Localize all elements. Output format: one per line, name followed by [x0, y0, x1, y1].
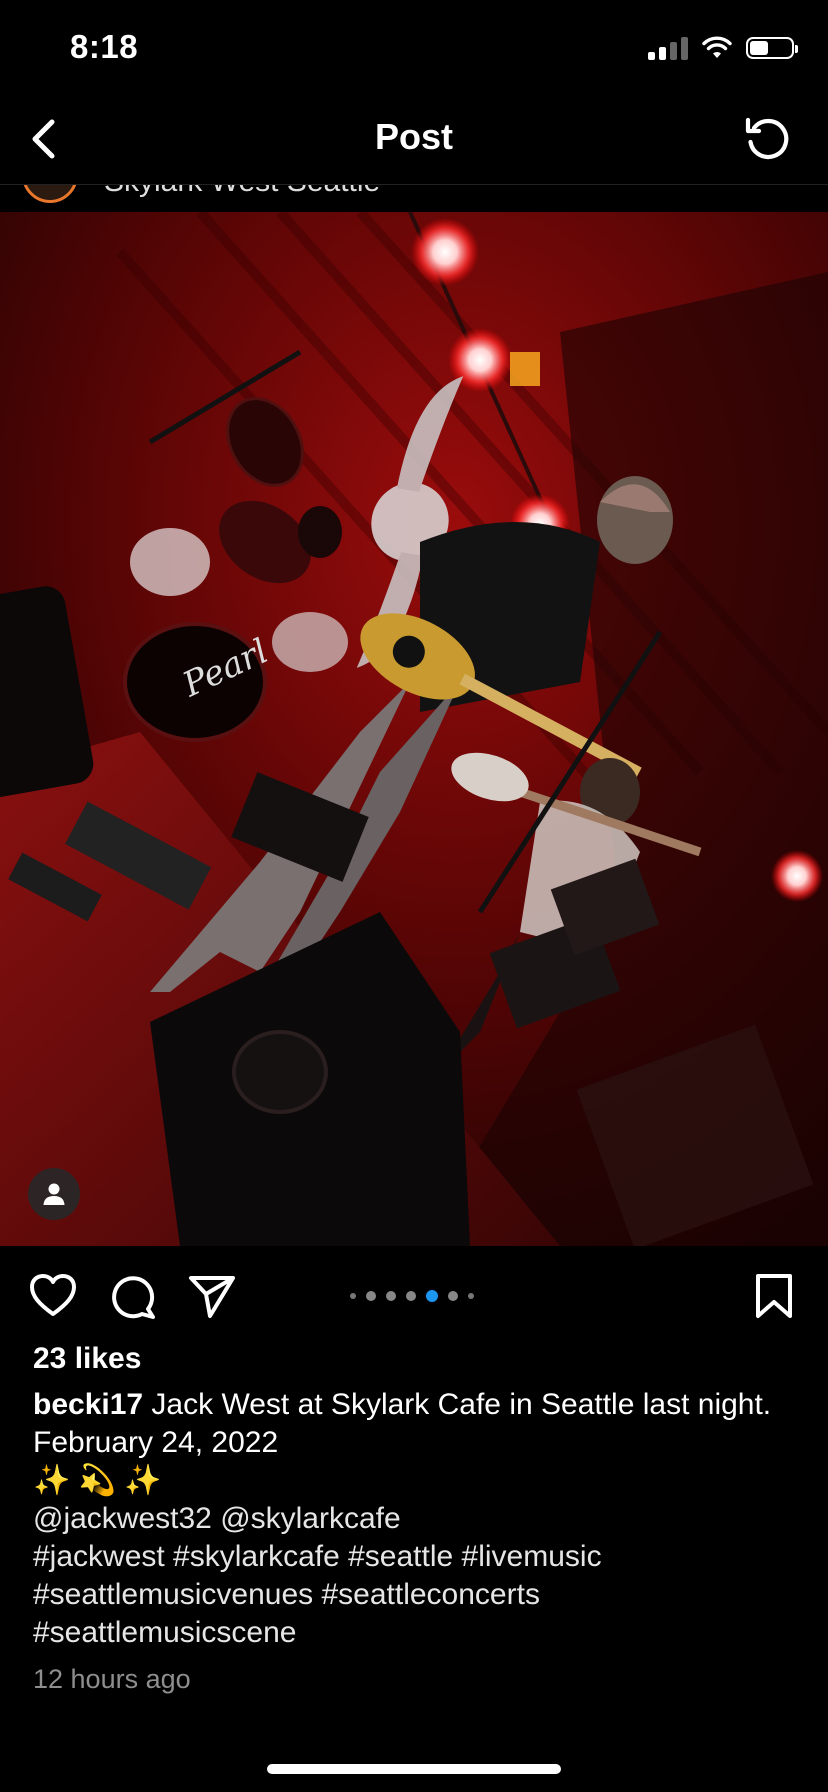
post-photo[interactable]: Pearl: [0, 212, 828, 1246]
post-location[interactable]: Skylark West Seattle: [104, 185, 380, 199]
caption-date: February 24, 2022: [33, 1426, 279, 1459]
person-icon: [43, 1183, 65, 1205]
post-caption: 23 likes becki17 Jack West at Skylark Ca…: [33, 1340, 795, 1698]
carousel-dot-active: [426, 1290, 438, 1302]
carousel-dot: [350, 1293, 356, 1299]
caption-hashtags[interactable]: #seattlemusicscene: [33, 1614, 795, 1652]
caption-hashtags[interactable]: #jackwest #skylarkcafe #seattle #livemus…: [33, 1538, 795, 1576]
caption-text: becki17 Jack West at Skylark Cafe in Sea…: [33, 1386, 795, 1424]
avatar[interactable]: [22, 185, 78, 203]
carousel-dot: [366, 1291, 376, 1301]
nav-bar: Post: [0, 96, 828, 186]
bookmark-icon[interactable]: [748, 1270, 800, 1322]
page-title: Post: [374, 116, 453, 157]
caption-mentions[interactable]: @jackwest32 @skylarkcafe: [33, 1500, 795, 1538]
battery-icon: [746, 37, 798, 59]
wifi-icon: [702, 36, 732, 58]
carousel-indicator: [350, 1290, 474, 1302]
carousel-dot: [448, 1291, 458, 1301]
carousel-dot: [468, 1293, 474, 1299]
status-time: 8:18: [70, 28, 139, 65]
battery-level: [750, 41, 768, 55]
carousel-dot: [406, 1291, 416, 1301]
heart-icon[interactable]: [27, 1270, 79, 1322]
caption-hashtags[interactable]: #seattlemusicvenues #seattleconcerts: [33, 1576, 795, 1614]
cellular-signal-icon: [648, 36, 688, 60]
tag-people-button[interactable]: [28, 1168, 80, 1220]
post-timestamp: 12 hours ago: [33, 1664, 191, 1694]
concert-photo: Pearl: [0, 212, 828, 1246]
send-icon[interactable]: [186, 1270, 238, 1322]
post-header: Skylark West Seattle: [0, 184, 828, 213]
action-bar: [0, 1262, 828, 1332]
like-count[interactable]: 23 likes: [33, 1340, 795, 1378]
refresh-icon[interactable]: [742, 114, 794, 166]
comment-icon[interactable]: [106, 1270, 158, 1322]
caption-body: Jack West at Skylark Cafe in Seattle las…: [143, 1388, 772, 1421]
status-bar: 8:18: [0, 0, 828, 96]
username[interactable]: becki17: [33, 1388, 143, 1421]
home-indicator: [267, 1764, 561, 1774]
caption-emoji: ✨ 💫 ✨: [33, 1464, 162, 1497]
status-icons: [648, 36, 798, 60]
carousel-dot: [386, 1291, 396, 1301]
